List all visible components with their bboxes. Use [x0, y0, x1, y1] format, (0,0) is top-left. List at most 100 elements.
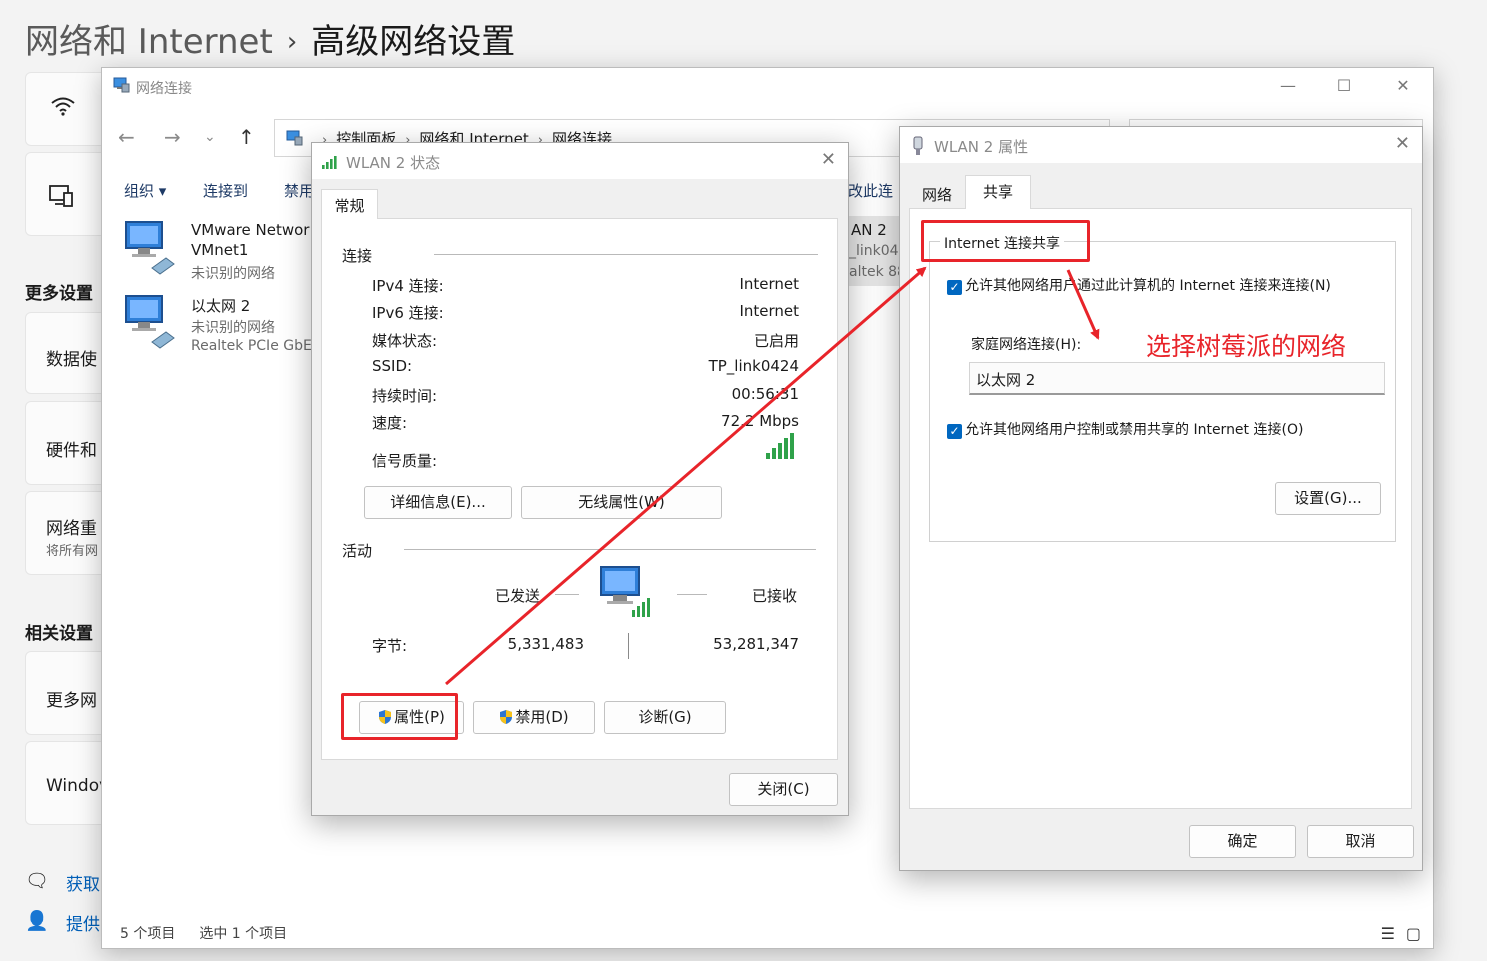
- network-activity-icon: [600, 566, 650, 617]
- allow-control-label: 允许其他网络用户控制或禁用共享的 Internet 连接(O): [965, 422, 1304, 438]
- network-adapter-icon: [125, 295, 175, 349]
- cancel-button[interactable]: 取消: [1307, 825, 1414, 858]
- allow-connect-checkbox[interactable]: ✓: [947, 280, 962, 295]
- help-icon: 🗨: [25, 870, 50, 892]
- ok-button[interactable]: 确定: [1189, 825, 1296, 858]
- close-icon[interactable]: ✕: [821, 149, 836, 170]
- diagnose-button[interactable]: 诊断(G): [604, 701, 726, 734]
- item-status: 未识别的网络: [191, 266, 275, 282]
- sharing-settings-button[interactable]: 设置(G)...: [1275, 482, 1381, 515]
- home-network-select[interactable]: 以太网 2: [969, 362, 1385, 395]
- network-connections-icon: [113, 77, 130, 93]
- bytes-sent-value: 5,331,483: [507, 635, 584, 653]
- network-adapter-icon: [49, 185, 73, 207]
- rename-connection-button[interactable]: 改此连: [848, 180, 893, 201]
- divider: [404, 549, 816, 550]
- forward-arrow-icon[interactable]: →: [164, 125, 181, 149]
- details-button[interactable]: 详细信息(E)...: [364, 486, 512, 519]
- highlight-ics-group: [921, 220, 1090, 262]
- item-name: VMware Networ: [191, 221, 310, 239]
- dialog-titlebar: WLAN 2 状态 ✕: [312, 143, 848, 179]
- close-button[interactable]: 关闭(C): [729, 773, 838, 806]
- duration-value: 00:56:31: [731, 385, 799, 403]
- divider: [628, 633, 629, 659]
- large-icons-view-icon[interactable]: ▢: [1406, 924, 1421, 943]
- tab-sharing[interactable]: 共享: [965, 175, 1031, 209]
- tab-network[interactable]: 网络: [909, 179, 965, 209]
- media-state-label: 媒体状态:: [372, 332, 438, 350]
- ipv4-label: IPv4 连接:: [372, 277, 444, 295]
- bytes-received-value: 53,281,347: [713, 635, 799, 653]
- card-label: 网络重: [46, 519, 97, 539]
- breadcrumb-parent[interactable]: 网络和 Internet: [25, 22, 273, 62]
- list-item-selected[interactable]: AN 2 _link042 altek 88: [847, 216, 902, 286]
- annotation-text: 选择树莓派的网络: [1146, 332, 1347, 361]
- item-adapter: altek 88: [849, 264, 902, 280]
- up-arrow-icon[interactable]: ↑: [238, 125, 255, 149]
- window-title: 网络连接: [136, 81, 192, 97]
- signal-bar: [784, 438, 788, 459]
- group-activity-label: 活动: [342, 542, 373, 560]
- ssid-label: SSID:: [372, 357, 413, 375]
- divider: [555, 594, 579, 595]
- ipv6-label: IPv6 连接:: [372, 304, 444, 322]
- tab-general[interactable]: 常规: [321, 189, 378, 219]
- bytes-label: 字节:: [372, 637, 408, 655]
- control-panel-icon: [286, 130, 303, 146]
- divider: [677, 594, 707, 595]
- maximize-button[interactable]: ☐: [1329, 74, 1359, 98]
- received-label: 已接收: [752, 587, 798, 605]
- card-label: Windov: [46, 776, 110, 796]
- uac-shield-icon: [499, 705, 513, 724]
- breadcrumb: 网络和 Internet › 高级网络设置: [25, 14, 515, 63]
- wireless-properties-button[interactable]: 无线属性(W): [521, 486, 722, 519]
- signal-bar: [772, 448, 776, 459]
- chevron-right-icon: ›: [286, 27, 298, 57]
- item-name: 以太网 2: [191, 297, 251, 315]
- item-name-line2: VMnet1: [191, 241, 249, 259]
- details-view-icon[interactable]: ☰: [1381, 924, 1395, 943]
- status-bar: 5 个项目 选中 1 个项目: [120, 923, 287, 943]
- link-feedback[interactable]: 提供: [66, 910, 100, 935]
- connect-to-button[interactable]: 连接到: [203, 180, 248, 201]
- dialog-title: WLAN 2 属性: [934, 138, 1029, 156]
- allow-control-checkbox[interactable]: ✓: [947, 424, 962, 439]
- home-network-label: 家庭网络连接(H):: [971, 337, 1082, 353]
- disable-device-button[interactable]: 禁用: [284, 180, 314, 201]
- sharing-tab-panel: Internet 连接共享 ✓ 允许其他网络用户通过此计算机的 Internet…: [909, 208, 1412, 809]
- signal-quality-label: 信号质量:: [372, 452, 438, 470]
- section-related-settings: 相关设置: [25, 624, 93, 644]
- dialog-titlebar: WLAN 2 属性 ✕: [900, 127, 1422, 163]
- wifi-signal-icon: [322, 156, 337, 169]
- divider: [434, 254, 818, 255]
- signal-bar: [778, 443, 782, 459]
- close-icon[interactable]: ✕: [1395, 133, 1410, 154]
- card-sub: 将所有网: [46, 544, 99, 559]
- network-adapter-icon: [125, 221, 175, 275]
- section-more-settings: 更多设置: [25, 284, 93, 304]
- item-status: 未识别的网络: [191, 320, 275, 336]
- item-adapter: Realtek PCIe GbE: [191, 338, 312, 354]
- link-get-help[interactable]: 获取: [66, 870, 100, 895]
- signal-strength-icon: [766, 433, 794, 459]
- media-state-value: 已启用: [753, 332, 799, 350]
- card-label: 硬件和: [46, 441, 97, 461]
- disable-button-label: 禁用(D): [515, 708, 569, 726]
- organize-button[interactable]: 组织 ▾: [124, 180, 166, 201]
- speed-value: 72.2 Mbps: [721, 412, 799, 430]
- card-label: 数据使: [46, 350, 97, 370]
- wireless-adapter-icon: [913, 136, 923, 155]
- duration-label: 持续时间:: [372, 387, 438, 405]
- recent-chevron-icon[interactable]: ⌄: [204, 129, 216, 145]
- minimize-button[interactable]: —: [1273, 74, 1303, 98]
- back-arrow-icon[interactable]: ←: [118, 125, 135, 149]
- page-title: 高级网络设置: [311, 22, 516, 62]
- close-button[interactable]: ✕: [1388, 74, 1418, 98]
- signal-bar: [790, 433, 794, 459]
- allow-connect-label: 允许其他网络用户通过此计算机的 Internet 连接来连接(N): [965, 278, 1331, 294]
- disable-button[interactable]: 禁用(D): [473, 701, 595, 734]
- card-label: 更多网: [46, 691, 97, 711]
- item-count: 5 个项目: [120, 926, 176, 942]
- item-name: AN 2: [851, 221, 887, 239]
- ssid-value: TP_link0424: [708, 357, 799, 375]
